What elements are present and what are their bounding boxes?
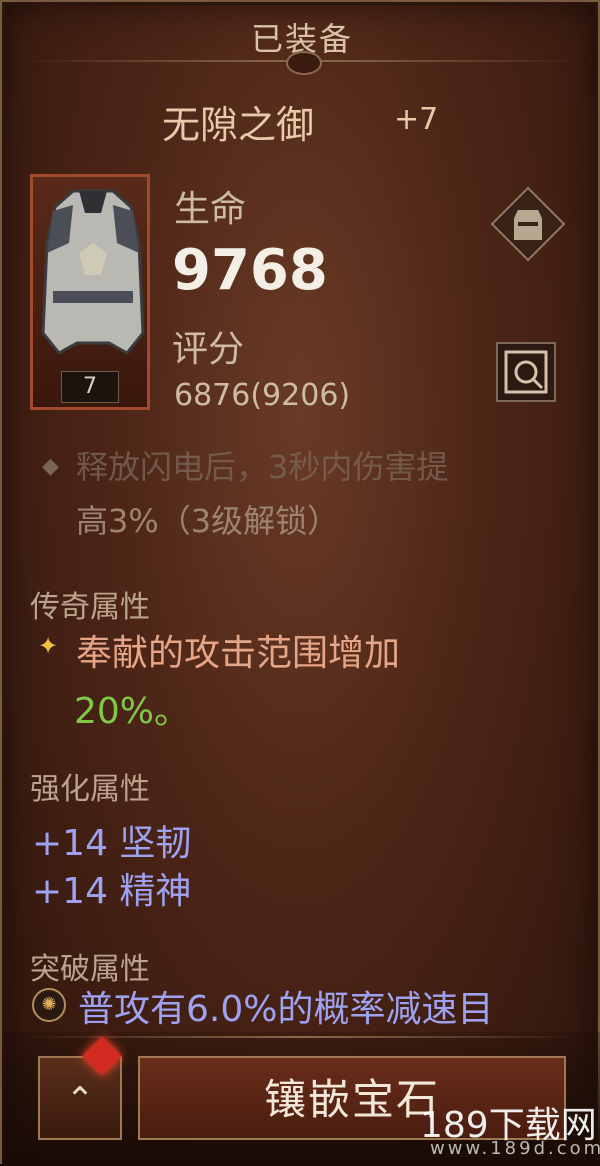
- item-level-badge: 7: [61, 371, 119, 403]
- enhance-item-1: +14 坚韧: [32, 823, 192, 864]
- divider-ornament: [286, 51, 322, 75]
- star-icon: ✦: [38, 632, 59, 660]
- armor-image: [41, 189, 145, 355]
- desc-line-2: 高3%（3级解锁）: [76, 502, 340, 540]
- watermark-url: www.189d.com: [430, 1138, 600, 1159]
- life-value: 9768: [172, 238, 328, 303]
- life-label: 生命: [174, 189, 247, 230]
- item-portrait[interactable]: 7: [30, 174, 150, 410]
- burst-icon: ✺: [32, 988, 66, 1022]
- armor-slot-button[interactable]: [488, 184, 568, 264]
- bottom-divider: [22, 1036, 582, 1038]
- breakthrough-text: 普攻有6.0%的概率减速目: [78, 989, 494, 1030]
- legendary-percent: 20%。: [74, 691, 191, 732]
- desc-bullet-icon: ◆: [42, 454, 59, 479]
- collapse-button[interactable]: ⌃: [38, 1056, 122, 1140]
- score-value: 6876(9206): [174, 378, 351, 413]
- equipment-panel: 已装备 无隙之御 +7 7 生命 9768 评分 6876(9206) ◆ 释放…: [0, 0, 600, 1166]
- item-plus: +7: [394, 102, 439, 137]
- legendary-label: 传奇属性: [30, 590, 150, 625]
- armor-icon: [490, 186, 566, 262]
- enhance-label: 强化属性: [30, 772, 150, 807]
- item-name: 无隙之御: [162, 103, 315, 147]
- score-label: 评分: [172, 329, 245, 370]
- legendary-text: 奉献的攻击范围增加: [76, 633, 401, 674]
- compare-icon: [504, 350, 548, 394]
- enhance-item-2: +14 精神: [32, 871, 192, 912]
- compare-button[interactable]: [496, 342, 556, 402]
- desc-line-1: 释放闪电后，3秒内伤害提: [76, 448, 449, 486]
